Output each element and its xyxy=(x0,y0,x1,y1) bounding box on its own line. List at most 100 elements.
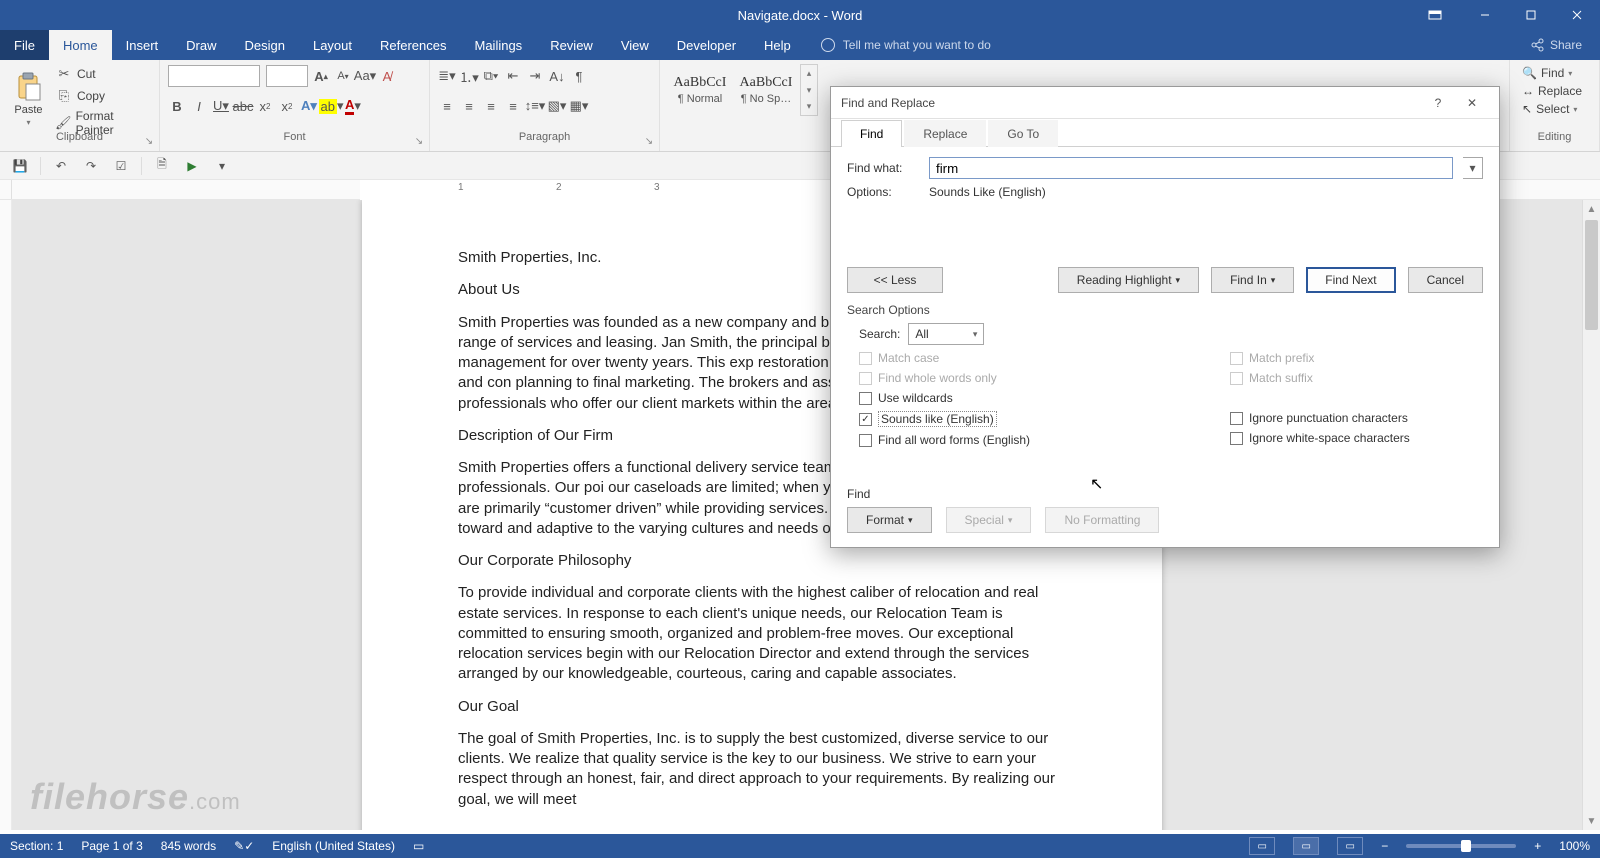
zoom-slider[interactable] xyxy=(1406,844,1516,848)
show-marks-button[interactable]: ¶ xyxy=(570,67,588,85)
tab-replace[interactable]: Replace xyxy=(904,120,986,147)
view-print-layout[interactable]: ▭ xyxy=(1293,837,1319,855)
tab-insert[interactable]: Insert xyxy=(112,30,173,60)
qat-undo[interactable]: ↶ xyxy=(51,156,71,176)
tab-view[interactable]: View xyxy=(607,30,663,60)
minimize-button[interactable] xyxy=(1462,0,1508,30)
tab-draw[interactable]: Draw xyxy=(172,30,230,60)
status-section[interactable]: Section: 1 xyxy=(10,839,63,853)
shading-button[interactable]: ▧▾ xyxy=(548,97,566,115)
chk-ignore-ws[interactable]: Ignore white-space characters xyxy=(1230,431,1410,445)
align-center-button[interactable]: ≡ xyxy=(460,97,478,115)
scroll-down-arrow[interactable]: ▼ xyxy=(1583,812,1600,830)
bullets-button[interactable]: ≣▾ xyxy=(438,67,456,85)
zoom-out-button[interactable]: − xyxy=(1381,839,1388,853)
borders-button[interactable]: ▦▾ xyxy=(570,97,588,115)
tab-find[interactable]: Find xyxy=(841,120,902,147)
increase-indent-button[interactable]: ⇥ xyxy=(526,67,544,85)
scroll-thumb[interactable] xyxy=(1585,220,1598,330)
findwhat-dropdown[interactable]: ▾ xyxy=(1463,157,1483,179)
qat-save[interactable]: 💾 xyxy=(10,156,30,176)
replace-button[interactable]: ↔Replace xyxy=(1518,82,1591,100)
zoom-level[interactable]: 100% xyxy=(1559,839,1590,853)
vertical-scrollbar[interactable]: ▲ ▼ xyxy=(1582,200,1600,830)
find-in-button[interactable]: Find In▾ xyxy=(1211,267,1294,293)
bold-button[interactable]: B xyxy=(168,97,186,115)
qat-touch-mode[interactable]: ☑ xyxy=(111,156,131,176)
sort-button[interactable]: A↓ xyxy=(548,67,566,85)
superscript-button[interactable]: x2 xyxy=(278,97,296,115)
clipboard-dialog-launcher[interactable]: ↘ xyxy=(143,135,155,147)
strikethrough-button[interactable]: abc xyxy=(234,97,252,115)
chk-word-forms[interactable]: Find all word forms (English) xyxy=(859,433,1030,447)
tab-review[interactable]: Review xyxy=(536,30,607,60)
numbering-button[interactable]: ⒈▾ xyxy=(460,67,478,85)
share-button[interactable]: Share xyxy=(1512,30,1600,60)
underline-button[interactable]: U▾ xyxy=(212,97,230,115)
scroll-up-arrow[interactable]: ▲ xyxy=(1583,200,1600,218)
styles-gallery-more[interactable]: ▴▾▾ xyxy=(800,64,818,116)
tell-me-search[interactable]: Tell me what you want to do xyxy=(805,30,1007,60)
tab-developer[interactable]: Developer xyxy=(663,30,750,60)
zoom-slider-knob[interactable] xyxy=(1461,840,1471,852)
status-words[interactable]: 845 words xyxy=(161,839,216,853)
qat-more[interactable]: ▾ xyxy=(212,156,232,176)
clear-formatting-button[interactable]: A̸ xyxy=(378,67,396,85)
font-dialog-launcher[interactable]: ↘ xyxy=(413,135,425,147)
status-page[interactable]: Page 1 of 3 xyxy=(81,839,142,853)
reading-highlight-button[interactable]: Reading Highlight▾ xyxy=(1058,267,1199,293)
close-button[interactable] xyxy=(1554,0,1600,30)
qat-macro-play[interactable]: ▶ xyxy=(182,156,202,176)
chk-ignore-punct[interactable]: Ignore punctuation characters xyxy=(1230,411,1410,425)
status-language[interactable]: English (United States) xyxy=(272,839,395,853)
subscript-button[interactable]: x2 xyxy=(256,97,274,115)
text-effects-button[interactable]: A▾ xyxy=(300,97,318,115)
justify-button[interactable]: ≡ xyxy=(504,97,522,115)
find-next-button[interactable]: Find Next xyxy=(1306,267,1395,293)
style-nospacing[interactable]: AaBbCcI¶ No Sp… xyxy=(734,64,798,116)
status-spellcheck-icon[interactable]: ✎✓ xyxy=(234,839,254,853)
decrease-indent-button[interactable]: ⇤ xyxy=(504,67,522,85)
align-left-button[interactable]: ≡ xyxy=(438,97,456,115)
highlight-button[interactable]: ab▾ xyxy=(322,97,340,115)
maximize-button[interactable] xyxy=(1508,0,1554,30)
tab-mailings[interactable]: Mailings xyxy=(461,30,537,60)
font-name-combo[interactable] xyxy=(168,65,260,87)
zoom-in-button[interactable]: + xyxy=(1534,839,1541,853)
grow-font-button[interactable]: A▴ xyxy=(312,67,330,85)
cancel-button[interactable]: Cancel xyxy=(1408,267,1483,293)
find-button[interactable]: 🔍Find▾ xyxy=(1518,64,1591,82)
tab-file[interactable]: File xyxy=(0,30,49,60)
tab-references[interactable]: References xyxy=(366,30,460,60)
font-color-button[interactable]: A▾ xyxy=(344,97,362,115)
copy-button[interactable]: ⎘Copy xyxy=(53,86,151,106)
change-case-button[interactable]: Aa▾ xyxy=(356,67,374,85)
multilevel-button[interactable]: ⧉▾ xyxy=(482,67,500,85)
findwhat-input[interactable] xyxy=(929,157,1453,179)
select-button[interactable]: ↖Select▾ xyxy=(1518,100,1591,118)
italic-button[interactable]: I xyxy=(190,97,208,115)
format-button[interactable]: Format▾ xyxy=(847,507,932,533)
chk-wildcards[interactable]: Use wildcards xyxy=(859,391,1030,405)
dialog-titlebar[interactable]: Find and Replace ? ✕ xyxy=(831,87,1499,119)
less-button[interactable]: << Less xyxy=(847,267,943,293)
qat-redo[interactable]: ↷ xyxy=(81,156,101,176)
search-direction-combo[interactable]: All▾ xyxy=(908,323,984,345)
vertical-ruler[interactable] xyxy=(0,200,12,830)
line-spacing-button[interactable]: ↕≡▾ xyxy=(526,97,544,115)
align-right-button[interactable]: ≡ xyxy=(482,97,500,115)
tab-home[interactable]: Home xyxy=(49,30,112,60)
cut-button[interactable]: ✂Cut xyxy=(53,64,151,84)
view-read-mode[interactable]: ▭ xyxy=(1249,837,1275,855)
qat-new[interactable]: 🗎 xyxy=(152,156,172,176)
paste-button[interactable]: Paste ▾ xyxy=(8,64,49,134)
tab-goto[interactable]: Go To xyxy=(988,120,1058,147)
status-macro-icon[interactable]: ▭ xyxy=(413,839,424,853)
tab-design[interactable]: Design xyxy=(231,30,299,60)
dialog-close-button[interactable]: ✕ xyxy=(1455,89,1489,117)
tab-help[interactable]: Help xyxy=(750,30,805,60)
view-web-layout[interactable]: ▭ xyxy=(1337,837,1363,855)
style-normal[interactable]: AaBbCcI¶ Normal xyxy=(668,64,732,116)
ribbon-display-options[interactable] xyxy=(1420,0,1450,30)
shrink-font-button[interactable]: A▾ xyxy=(334,67,352,85)
